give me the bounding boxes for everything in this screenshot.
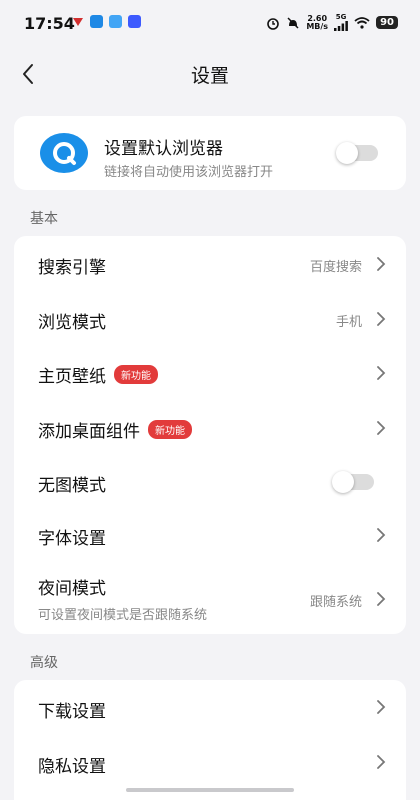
default-browser-subtitle: 链接将自动使用该浏览器打开 [104, 165, 274, 180]
row-label: 无图模式 [38, 476, 106, 496]
basic-settings-card: 搜索引擎 百度搜索 浏览模式 手机 主页壁纸 新功能 添加桌面组件 新功能 无图… [14, 236, 406, 634]
advanced-settings-card: 下载设置 隐私设置 [14, 680, 406, 800]
status-time: 17:54 [24, 14, 75, 33]
toggle-knob [332, 471, 354, 493]
search-engine-row[interactable]: 搜索引擎 百度搜索 [14, 236, 406, 292]
battery-level: 90 [376, 16, 398, 29]
chevron-right-icon [377, 366, 386, 380]
home-indicator[interactable] [126, 788, 294, 792]
section-label-advanced: 高级 [30, 655, 58, 671]
notification-icons [72, 15, 141, 28]
row-label: 搜索引擎 [38, 258, 106, 278]
download-settings-row[interactable]: 下载设置 [14, 680, 406, 736]
row-label-group: 添加桌面组件 新功能 [38, 417, 192, 442]
chevron-right-icon [377, 421, 386, 435]
default-browser-card: 设置默认浏览器 链接将自动使用该浏览器打开 [14, 116, 406, 190]
night-mode-row[interactable]: 夜间模式 可设置夜间模式是否跟随系统 跟随系统 [14, 562, 406, 634]
row-label-group: 主页壁纸 新功能 [38, 362, 158, 387]
homepage-wallpaper-row[interactable]: 主页壁纸 新功能 [14, 346, 406, 400]
no-image-mode-toggle[interactable] [332, 471, 374, 493]
chevron-right-icon [377, 312, 386, 326]
notification-app-icon [128, 15, 141, 28]
section-label-basic: 基本 [30, 211, 58, 227]
row-label: 隐私设置 [38, 757, 106, 777]
new-feature-badge: 新功能 [148, 420, 192, 439]
network-speed: 2.60 MB/s [306, 14, 329, 31]
font-settings-row[interactable]: 字体设置 [14, 508, 406, 562]
nav-bar: 设置 [0, 46, 420, 102]
speed-unit: MB/s [306, 21, 329, 31]
default-browser-title: 设置默认浏览器 [104, 139, 223, 159]
row-label: 浏览模式 [38, 313, 106, 333]
privacy-settings-row[interactable]: 隐私设置 [14, 736, 406, 792]
signal-icon [334, 21, 348, 31]
row-subtitle: 可设置夜间模式是否跟随系统 [38, 608, 208, 623]
row-value: 跟随系统 [309, 595, 362, 610]
wifi-icon [354, 16, 370, 29]
chevron-right-icon [377, 755, 386, 769]
notification-app-icon [109, 15, 122, 28]
browse-mode-row[interactable]: 浏览模式 手机 [14, 292, 406, 346]
no-image-mode-row: 无图模式 [14, 456, 406, 508]
chevron-right-icon [377, 592, 386, 606]
chevron-right-icon [377, 257, 386, 271]
default-browser-toggle[interactable] [336, 142, 378, 164]
network-type: 5G [335, 13, 347, 21]
toggle-knob [336, 142, 358, 164]
row-label: 字体设置 [38, 529, 106, 549]
notification-app-icon [73, 17, 83, 26]
row-label: 下载设置 [38, 702, 106, 722]
row-label: 添加桌面组件 [38, 422, 140, 442]
page-title: 设置 [190, 65, 229, 87]
notification-app-icon [90, 15, 103, 28]
chevron-right-icon [377, 528, 386, 542]
add-desktop-widget-row[interactable]: 添加桌面组件 新功能 [14, 400, 406, 456]
alarm-icon [267, 17, 280, 30]
chevron-right-icon [377, 700, 386, 714]
status-indicators: 2.60 MB/s 5G 90 [266, 14, 398, 31]
row-value: 手机 [335, 315, 362, 330]
cell-signal: 5G [334, 14, 348, 31]
mute-bell-icon [287, 16, 299, 29]
row-value: 百度搜索 [309, 260, 362, 275]
new-feature-badge: 新功能 [114, 365, 158, 384]
row-label: 夜间模式 [38, 579, 106, 599]
browser-app-icon [40, 133, 88, 173]
row-label: 主页壁纸 [38, 367, 106, 387]
status-bar: 17:54 2.60 MB/s 5G 90 [0, 0, 420, 46]
